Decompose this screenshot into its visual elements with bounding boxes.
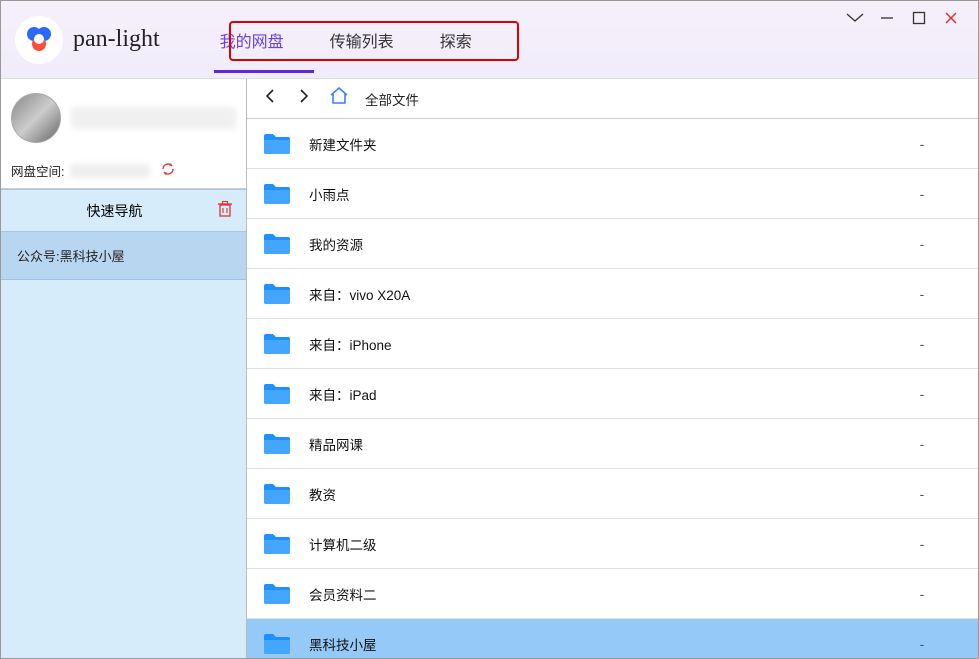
quicknav-label: 快速导航 [13,201,216,221]
tab-explore[interactable]: 探索 [438,22,474,58]
main-tabs: 我的网盘 传输列表 探索 [218,22,474,58]
tab-my-pan[interactable]: 我的网盘 [218,22,286,58]
file-name: 精品网课 [309,434,882,454]
refresh-icon[interactable] [160,161,176,180]
file-name: 新建文件夹 [309,134,882,154]
quicknav-row[interactable]: 快速导航 [1,189,246,232]
folder-icon [263,182,291,206]
trash-icon[interactable] [216,200,234,221]
file-row[interactable]: 会员资料二- [247,569,978,619]
breadcrumb-all-files[interactable]: 全部文件 [365,89,419,109]
file-row[interactable]: 计算机二级- [247,519,978,569]
file-meta: - [882,436,962,452]
sidebar-fill [1,280,246,658]
file-name: 来自：iPhone [309,334,882,354]
file-meta: - [882,636,962,652]
file-meta: - [882,386,962,402]
dropdown-icon[interactable] [846,9,864,27]
file-row[interactable]: 来自：iPhone- [247,319,978,369]
storage-row: 网盘空间: [11,161,236,186]
storage-label: 网盘空间: [11,161,64,180]
close-icon[interactable] [942,9,960,27]
wechat-value: 黑科技小屋 [60,249,125,264]
folder-icon [263,232,291,256]
file-name: 黑科技小屋 [309,634,882,654]
file-meta: - [882,486,962,502]
file-meta: - [882,336,962,352]
sidebar: 网盘空间: 快速导航 公众号:黑科技小屋 [1,79,247,658]
file-row[interactable]: 我的资源- [247,219,978,269]
wechat-label: 公众号: [17,249,60,264]
tab-transfer[interactable]: 传输列表 [328,22,396,58]
window-controls [846,9,960,27]
file-row[interactable]: 教资- [247,469,978,519]
nav-back-icon[interactable] [261,88,279,109]
file-name: 会员资料二 [309,584,882,604]
file-name: 教资 [309,484,882,504]
folder-icon [263,582,291,606]
file-meta: - [882,136,962,152]
folder-icon [263,432,291,456]
avatar[interactable] [11,93,61,143]
file-row[interactable]: 小雨点- [247,169,978,219]
profile-panel: 网盘空间: [1,79,246,189]
file-name: 我的资源 [309,234,882,254]
folder-icon [263,482,291,506]
username-blurred [71,107,236,129]
file-name: 计算机二级 [309,534,882,554]
folder-icon [263,132,291,156]
file-name: 来自：iPad [309,384,882,404]
app-window: pan-light 我的网盘 传输列表 探索 [0,0,979,659]
file-meta: - [882,586,962,602]
file-name: 来自：vivo X20A [309,284,882,304]
storage-value-blurred [70,164,150,178]
maximize-icon[interactable] [910,9,928,27]
file-name: 小雨点 [309,184,882,204]
file-list[interactable]: 新建文件夹-小雨点-我的资源-来自：vivo X20A-来自：iPhone-来自… [247,119,978,658]
app-title: pan-light [73,26,160,53]
folder-icon [263,282,291,306]
app-logo [15,16,63,64]
folder-icon [263,382,291,406]
file-meta: - [882,536,962,552]
file-row[interactable]: 来自：vivo X20A- [247,269,978,319]
folder-icon [263,632,291,656]
nav-forward-icon[interactable] [295,88,313,109]
body: 网盘空间: 快速导航 公众号:黑科技小屋 [1,79,978,658]
file-meta: - [882,186,962,202]
home-icon[interactable] [329,87,349,110]
file-meta: - [882,236,962,252]
file-meta: - [882,286,962,302]
main-panel: 全部文件 新建文件夹-小雨点-我的资源-来自：vivo X20A-来自：iPho… [247,79,978,658]
file-row[interactable]: 新建文件夹- [247,119,978,169]
breadcrumb-bar: 全部文件 [247,79,978,119]
file-row[interactable]: 来自：iPad- [247,369,978,419]
active-tab-underline [214,70,314,73]
header-bar: pan-light 我的网盘 传输列表 探索 [1,1,978,79]
folder-icon [263,332,291,356]
wechat-row[interactable]: 公众号:黑科技小屋 [1,232,246,280]
file-row[interactable]: 精品网课- [247,419,978,469]
file-row[interactable]: 黑科技小屋- [247,619,978,658]
logo-wrap: pan-light [15,16,160,64]
minimize-icon[interactable] [878,9,896,27]
folder-icon [263,532,291,556]
